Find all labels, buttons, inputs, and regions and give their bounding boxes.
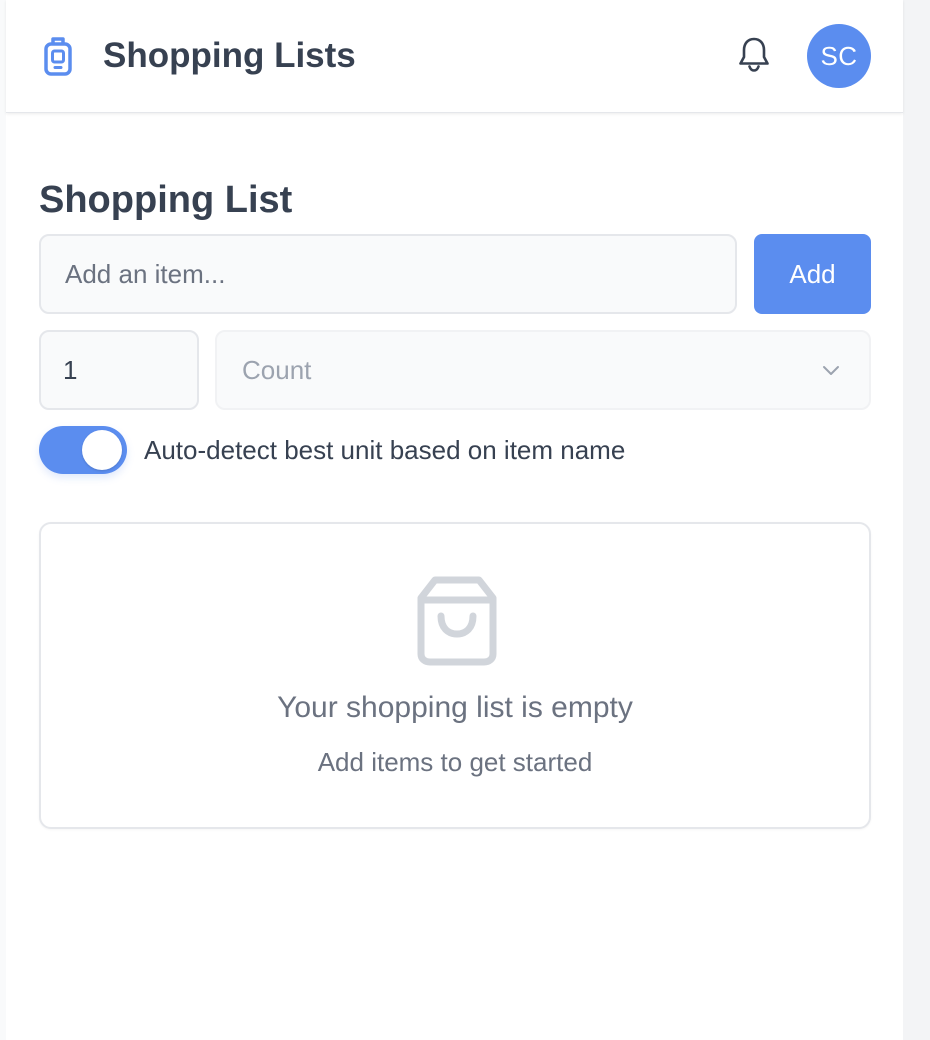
unit-select-value: Count <box>242 355 312 385</box>
auto-detect-label: Auto-detect best unit based on item name <box>144 435 626 465</box>
auto-detect-toggle[interactable] <box>39 426 127 474</box>
empty-state-title: Your shopping list is empty <box>277 691 633 724</box>
shopping-bag-icon <box>415 576 499 666</box>
toggle-knob <box>82 430 122 470</box>
empty-state-card: Your shopping list is empty Add items to… <box>39 522 871 829</box>
page-title: Shopping List <box>39 179 293 222</box>
notifications-button[interactable] <box>734 36 774 76</box>
empty-state-subtitle: Add items to get started <box>317 747 593 777</box>
add-item-input[interactable] <box>39 234 737 314</box>
unit-select[interactable]: Count <box>215 330 871 410</box>
chevron-down-icon <box>821 360 841 380</box>
shopping-list-logo-icon <box>42 36 74 76</box>
app-window: Shopping Lists SC Shopping List Add Coun… <box>6 0 903 1040</box>
user-avatar[interactable]: SC <box>807 24 871 88</box>
add-item-button[interactable]: Add <box>754 234 871 314</box>
quantity-input[interactable] <box>39 330 199 410</box>
scrollbar-track[interactable] <box>903 0 930 1040</box>
bell-icon <box>736 35 772 78</box>
app-title: Shopping Lists <box>103 36 356 75</box>
top-header: Shopping Lists SC <box>6 0 903 113</box>
